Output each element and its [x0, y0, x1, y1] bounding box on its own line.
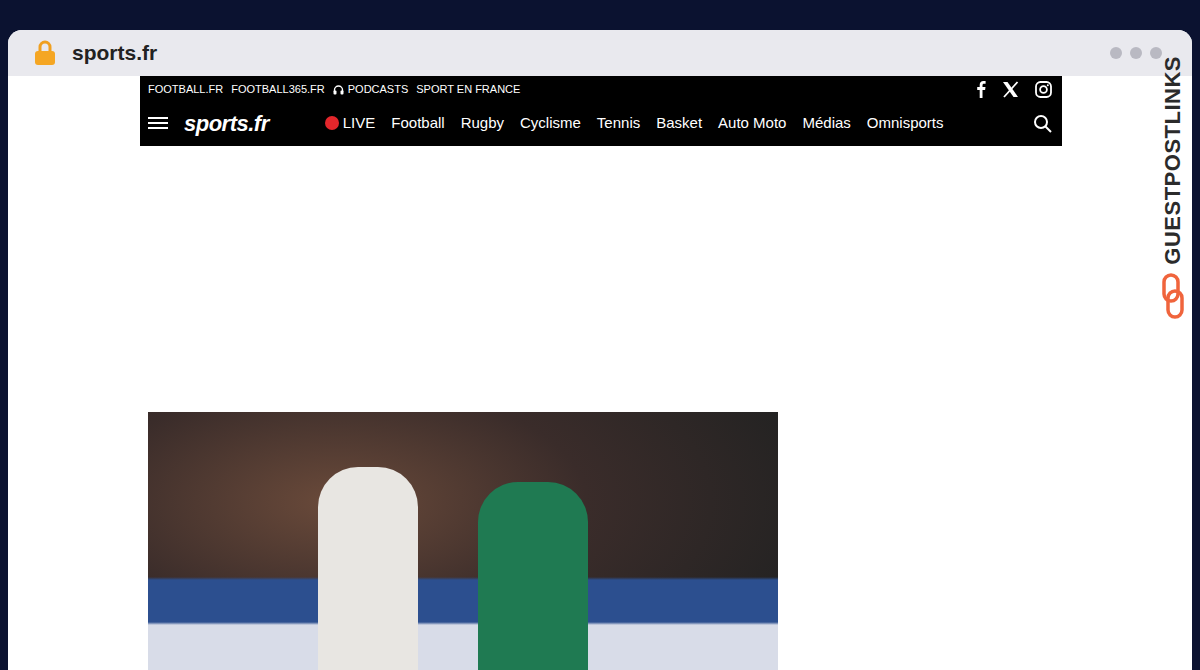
player-figure — [318, 467, 418, 670]
facebook-icon[interactable] — [976, 80, 986, 98]
top-link-label[interactable]: FOOTBALL365.FR — [231, 81, 325, 98]
site-header: FOOTBALL.FR FOOTBALL365.FR PODCASTS SPORT E… — [140, 76, 1062, 146]
nav-item[interactable]: Auto Moto — [718, 112, 786, 135]
x-icon[interactable] — [1002, 81, 1019, 98]
window-control-dot[interactable] — [1110, 47, 1122, 59]
live-dot-icon — [325, 116, 339, 130]
instagram-icon[interactable] — [1035, 81, 1052, 98]
top-link[interactable]: SPORT EN FRANCE — [416, 81, 520, 98]
nav-items: LIVE Football Rugby Cyclisme Tennis Basket Aut… — [325, 112, 944, 135]
nav-item[interactable]: Omnisports — [867, 112, 944, 135]
headphones-icon — [333, 84, 344, 95]
nav-item[interactable]: Basket — [656, 112, 702, 135]
site-logo[interactable]: sports.fr — [184, 107, 269, 140]
top-link-label[interactable]: FOOTBALL.FR — [148, 81, 223, 98]
top-link[interactable]: PODCASTS — [333, 81, 409, 98]
live-link[interactable]: LIVE — [325, 112, 376, 135]
browser-window: sports.fr FOOTBALL.FR FOOTBALL365.FR PODCAS… — [8, 30, 1192, 670]
top-links: FOOTBALL.FR FOOTBALL365.FR PODCASTS SPORT E… — [140, 76, 1062, 102]
top-link-label[interactable]: PODCASTS — [348, 81, 409, 98]
nav-item[interactable]: Médias — [802, 112, 850, 135]
search-icon[interactable] — [1033, 114, 1052, 133]
chain-icon — [1161, 273, 1185, 319]
social-links — [976, 80, 1052, 98]
menu-icon[interactable] — [148, 115, 168, 131]
main-nav: sports.fr LIVE Football Rugby Cyclisme Tennis… — [140, 102, 1062, 146]
browser-toolbar: sports.fr — [8, 30, 1192, 76]
window-controls — [1110, 47, 1162, 59]
top-link[interactable]: FOOTBALL365.FR — [231, 81, 325, 98]
top-link[interactable]: FOOTBALL.FR — [148, 81, 223, 98]
top-link-label[interactable]: SPORT EN FRANCE — [416, 81, 520, 98]
player-figure — [478, 482, 588, 670]
nav-item[interactable]: Tennis — [597, 112, 640, 135]
nav-item[interactable]: Cyclisme — [520, 112, 581, 135]
window-control-dot[interactable] — [1130, 47, 1142, 59]
lock-icon — [34, 40, 56, 66]
address-bar[interactable]: sports.fr — [34, 37, 157, 69]
watermark: GUESTPOSTLINKS — [1156, 56, 1190, 319]
nav-item[interactable]: Rugby — [461, 112, 504, 135]
nav-item[interactable]: Football — [391, 112, 444, 135]
address-text[interactable]: sports.fr — [72, 37, 157, 69]
watermark-text: GUESTPOSTLINKS — [1158, 56, 1188, 265]
article-photo[interactable] — [148, 412, 778, 670]
live-label[interactable]: LIVE — [343, 112, 376, 135]
